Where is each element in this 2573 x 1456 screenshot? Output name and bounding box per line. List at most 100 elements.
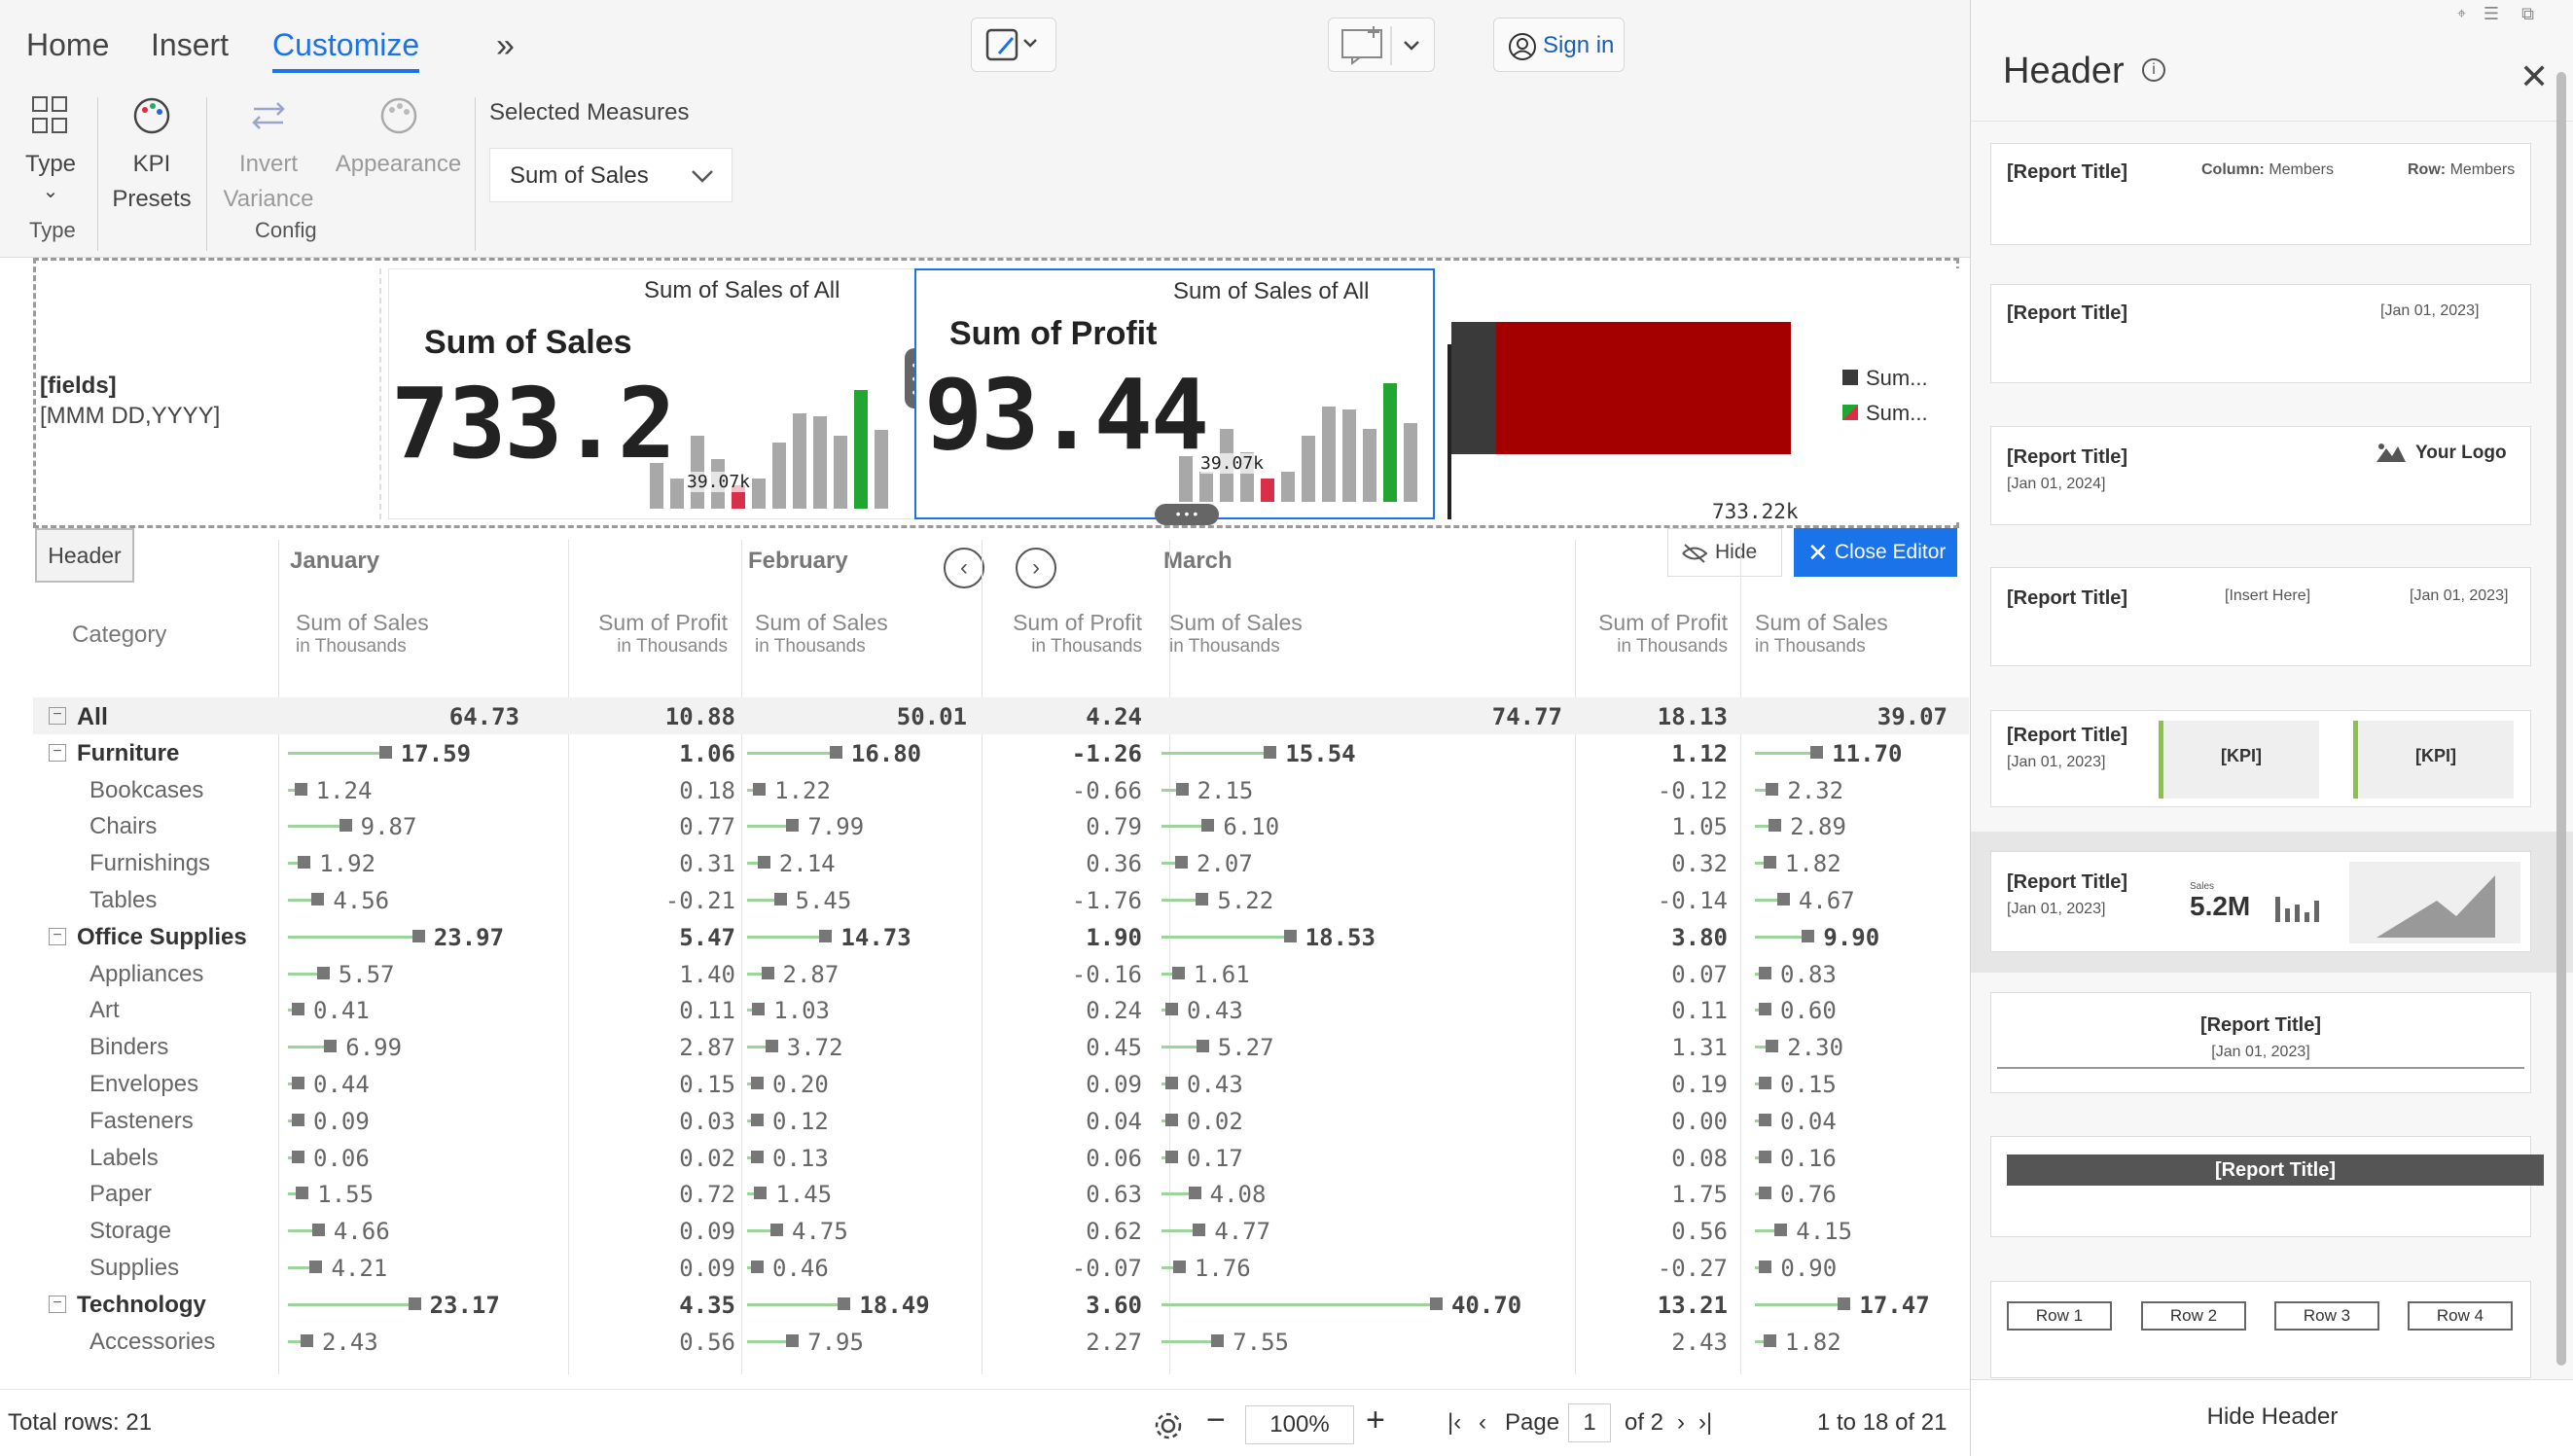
column-header[interactable]: Sum of Profit in Thousands [1514,610,1728,657]
category-header: Category [72,621,167,648]
value-bar [747,935,820,939]
header-template-1[interactable]: [Report Title] Column: Members Row: Memb… [1990,143,2531,245]
header-template-5[interactable]: [Report Title] [Jan 01, 2023] [KPI] [KPI… [1990,710,2531,807]
value-bar [288,1339,301,1343]
table-row[interactable]: Envelopes 0.44 0.15 0.20 0.09 0.43 0.19 0.15 [33,1065,1969,1102]
more-tabs-icon[interactable]: » [496,27,515,65]
filter-icon[interactable]: ☰ [2484,4,2499,24]
pin-icon[interactable]: ⌖ [2457,6,2466,23]
kpi-card-bullet[interactable]: 733.22k Sum... Sum... [1444,268,1959,523]
value-cell: -0.14 [1657,887,1728,914]
table-row[interactable]: Chairs 9.87 0.77 7.99 0.79 6.10 1.05 2.89 [33,807,1969,844]
value-cell: 74.77 [1491,703,1562,730]
kpi-presets-button[interactable]: KPI Presets [107,95,197,217]
header-template-9[interactable]: Row 1 Row 2 Row 3 Row 4 [1990,1281,2531,1378]
table-row[interactable]: Labels 0.06 0.02 0.13 0.06 0.17 0.08 0.16 [33,1139,1969,1176]
value-cell: 1.76 [1194,1255,1251,1282]
table-row[interactable]: − Furniture 17.59 1.06 16.80 -1.26 15.54 1.12 11… [33,734,1969,771]
edit-layout-button[interactable] [971,18,1056,72]
table-row[interactable]: Appliances 5.57 1.40 2.87 -0.16 1.61 0.07 0.83 [33,955,1969,992]
next-arrow-icon[interactable]: › [1016,548,1056,588]
table-row-total[interactable]: − All 64.73 10.88 50.01 4.24 74.77 18.13 39.07 [33,697,1969,734]
table-row[interactable]: Bookcases 1.24 0.18 1.22 -0.66 2.15 -0.12 2.32 [33,771,1969,808]
kpi-card-sales[interactable]: Sum of Sales of All Sum of Sales 733.2 3… [388,268,928,519]
page-input[interactable]: 1 [1568,1403,1611,1442]
header-template-7[interactable]: [Report Title] [Jan 01, 2023] [1990,992,2531,1093]
gear-icon[interactable] [1152,1409,1185,1442]
hide-header-button[interactable]: Hide Header [1971,1379,2573,1456]
close-icon[interactable]: ✕ [2519,56,2549,97]
table-row[interactable]: Art 0.41 0.11 1.03 0.24 0.43 0.11 0.60 [33,991,1969,1028]
table-row[interactable]: Furnishings 1.92 0.31 2.14 0.36 2.07 0.32 1.82 [33,844,1969,881]
column-header[interactable]: Sum of Profit in Thousands [514,610,728,657]
table-row[interactable]: Tables 4.56 -0.21 5.45 -1.76 5.22 -0.14 4.67 [33,881,1969,918]
add-comment-button[interactable] [1328,18,1435,72]
table-row[interactable]: Storage 4.66 0.09 4.75 0.62 4.77 0.56 4.15 [33,1212,1969,1249]
header-tag[interactable]: Header [35,528,134,583]
category-cell: Accessories [89,1328,216,1355]
zoom-out-icon[interactable]: − [1206,1402,1226,1439]
column-header[interactable]: Sum of Sales in Thousands [1169,610,1383,657]
zoom-input[interactable]: 100% [1245,1405,1354,1444]
header-template-6[interactable]: [Report Title] [Jan 01, 2023] Sales 5.2M [1990,851,2531,952]
header-panel: ⌖ ☰ ⧉ Header i ✕ [Report Title] Column: … [1970,0,2573,1456]
horizontal-resize-handle[interactable]: • • • [1155,504,1219,525]
value-marker [1766,782,1779,796]
value-cell: -0.12 [1657,776,1728,804]
type-button[interactable]: Type ⌄ [21,95,80,201]
table-row[interactable]: − Technology 23.17 4.35 18.49 3.60 40.70 13.21 1… [33,1286,1969,1323]
hide-button[interactable]: Hide [1667,528,1782,577]
tab-customize[interactable]: Customize [272,27,420,73]
tab-home[interactable]: Home [26,27,109,63]
collapse-icon[interactable]: − [49,1295,66,1313]
value-cell: 2.87 [782,960,840,988]
value-bar [747,972,762,976]
collapse-icon[interactable]: − [49,743,66,762]
value-bar [1755,751,1811,755]
prev-page-icon[interactable]: ‹ [1479,1409,1486,1437]
expand-icon[interactable]: ⧉ [2521,4,2534,24]
fields-card[interactable]: [fields] [MMM DD,YYYY] [36,268,381,519]
table-row[interactable]: Accessories 2.43 0.56 7.95 2.27 7.55 2.43 1.82 [33,1323,1969,1360]
header-template-2[interactable]: [Report Title] [Jan 01, 2023] [1990,284,2531,383]
column-header[interactable]: Sum of Sales in Thousands [1755,610,1969,657]
column-header[interactable]: Sum of Sales in Thousands [296,610,510,657]
collapse-icon[interactable]: − [49,707,66,725]
legend-swatch [1842,405,1858,420]
table-row[interactable]: − Office Supplies 23.97 5.47 14.73 1.90 18.53 3… [33,918,1969,955]
header-template-3[interactable]: [Report Title] [Jan 01, 2024] Your Logo [1990,426,2531,525]
sign-in-button[interactable]: Sign in [1493,18,1625,72]
invert-variance-button[interactable]: Invert Variance [222,95,315,217]
panel-scrollbar[interactable] [2556,72,2566,1366]
value-marker [757,856,770,870]
value-marker [298,856,311,870]
table-row[interactable]: Supplies 4.21 0.09 0.46 -0.07 1.76 -0.27 0.90 [33,1249,1969,1286]
kpi-title: Sum of Profit [949,315,1158,352]
table-row[interactable]: Paper 1.55 0.72 1.45 0.63 4.08 1.75 0.76 [33,1175,1969,1212]
value-marker [1759,1077,1771,1089]
collapse-icon[interactable]: − [49,927,66,945]
close-editor-button[interactable]: ✕ Close Editor [1794,528,1957,577]
value-marker [411,929,425,942]
zoom-in-icon[interactable]: + [1366,1402,1385,1439]
table-row[interactable]: Fasteners 0.09 0.03 0.12 0.04 0.02 0.00 0.04 [33,1102,1969,1139]
kpi-card-profit[interactable]: Sum of Sales of All Sum of Profit 93.44 … [914,268,1435,519]
selected-measures-dropdown[interactable]: Sum of Sales [489,148,733,202]
header-template-4[interactable]: [Report Title] [Insert Here] [Jan 01, 20… [1990,567,2531,666]
prev-arrow-icon[interactable]: ‹ [944,548,984,588]
header-template-8[interactable]: [Report Title] [1990,1136,2544,1237]
palette-icon [133,97,170,134]
next-page-icon[interactable]: › [1677,1409,1685,1437]
row-range: 1 to 18 of 21 [1817,1409,1948,1436]
column-header[interactable]: Sum of Profit in Thousands [928,610,1142,657]
value-bar [1161,751,1265,755]
tab-insert[interactable]: Insert [151,27,229,63]
appearance-button[interactable]: Appearance [333,95,464,182]
first-page-icon[interactable]: |‹ [1447,1409,1461,1437]
category-cell: Office Supplies [77,923,247,950]
ribbon: Home Insert Customize » Type ⌄ KPI Prese… [0,0,1970,258]
info-icon[interactable]: i [2142,58,2165,82]
table-row[interactable]: Binders 6.99 2.87 3.72 0.45 5.27 1.31 2.30 [33,1028,1969,1065]
bullet-value-bar [1496,322,1791,454]
last-page-icon[interactable]: ›| [1698,1409,1712,1437]
